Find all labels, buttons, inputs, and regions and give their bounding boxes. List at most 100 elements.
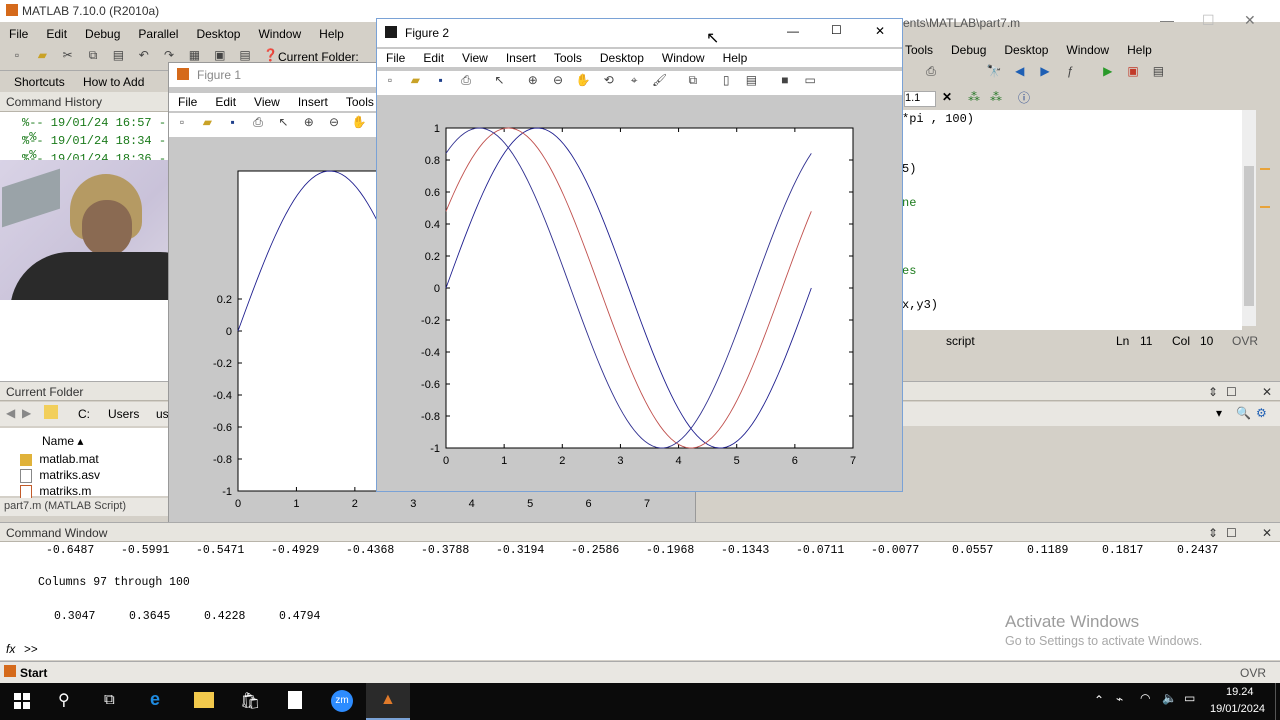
clock-time[interactable]: 19.24 bbox=[1226, 686, 1254, 698]
editor-menu-window[interactable]: Window bbox=[1057, 43, 1118, 57]
pan-icon[interactable]: ✋ bbox=[350, 113, 368, 131]
pointer-icon[interactable]: ↖ bbox=[274, 113, 292, 131]
notification-icon[interactable]: ▭ bbox=[1184, 691, 1195, 705]
show-tools-icon[interactable]: ▭ bbox=[801, 71, 819, 89]
gear-icon[interactable]: ⚙ bbox=[1256, 406, 1267, 420]
search-icon[interactable]: ⚲ bbox=[58, 690, 70, 710]
maximize-panel-icon[interactable]: ☐ bbox=[1226, 523, 1237, 543]
fig2-menu-desktop[interactable]: Desktop bbox=[591, 51, 653, 65]
fig2-menu-file[interactable]: File bbox=[377, 51, 414, 65]
menu-parallel[interactable]: Parallel bbox=[129, 27, 187, 41]
open-file-icon[interactable]: ▰ bbox=[198, 113, 216, 131]
zoom-field[interactable]: 1.1 bbox=[904, 91, 936, 107]
colorbar-icon[interactable]: ▯ bbox=[717, 71, 735, 89]
windows-start-icon[interactable] bbox=[14, 693, 30, 709]
close-icon[interactable]: ✕ bbox=[875, 24, 885, 38]
list-item[interactable]: matriks.m bbox=[20, 484, 91, 499]
search-icon[interactable]: 🔍 bbox=[1236, 406, 1251, 420]
save-icon[interactable]: ▪ bbox=[432, 71, 450, 89]
start-button[interactable]: Start bbox=[20, 666, 47, 680]
maximize-icon[interactable]: ☐ bbox=[1202, 12, 1215, 29]
scroll-thumb[interactable] bbox=[1244, 166, 1254, 306]
brush-icon[interactable]: 🖌 bbox=[650, 71, 668, 89]
fx-icon[interactable]: fx bbox=[6, 642, 15, 656]
stack-icon[interactable]: ▤ bbox=[1149, 62, 1167, 80]
menu-debug[interactable]: Debug bbox=[76, 27, 129, 41]
zoom-in-icon[interactable]: ⊕ bbox=[300, 113, 318, 131]
maximize-panel-icon[interactable]: ☐ bbox=[1226, 382, 1237, 402]
fig2-menu-view[interactable]: View bbox=[453, 51, 497, 65]
maximize-icon[interactable]: ☐ bbox=[831, 23, 842, 37]
tray-chevron-icon[interactable]: ⌃ bbox=[1094, 693, 1104, 707]
path-segment[interactable]: Users bbox=[108, 407, 139, 421]
editor-menu-desktop[interactable]: Desktop bbox=[995, 43, 1057, 57]
wifi-icon[interactable]: ◠ bbox=[1140, 691, 1150, 705]
shortcuts-button[interactable]: Shortcuts bbox=[14, 75, 65, 89]
edge-icon[interactable]: e bbox=[150, 689, 160, 710]
open-file-icon[interactable]: ▰ bbox=[406, 71, 424, 89]
hide-tools-icon[interactable]: ■ bbox=[776, 71, 794, 89]
matlab-taskbar-icon[interactable]: ▲ bbox=[366, 683, 410, 720]
menu-window[interactable]: Window bbox=[249, 27, 310, 41]
copy-icon[interactable]: ⧉ bbox=[84, 46, 102, 64]
print-figure-icon[interactable]: ⎙ bbox=[457, 71, 475, 89]
zoom-in-icon[interactable]: ⊕ bbox=[524, 71, 542, 89]
undock-icon[interactable]: ⇕ bbox=[1208, 523, 1218, 543]
name-column-header[interactable]: Name ▴ bbox=[42, 434, 83, 448]
editor-code-area[interactable]: *pi , 100) 5) ne es x,y3) bbox=[902, 110, 1242, 330]
menu-desktop[interactable]: Desktop bbox=[187, 27, 249, 41]
command-window-body[interactable]: -0.6487 -0.5991 -0.5471 -0.4929 -0.4368 -0.37… bbox=[0, 542, 1280, 660]
dropdown-icon[interactable]: ▾ bbox=[1216, 406, 1222, 420]
network-icon[interactable]: ⌁ bbox=[1116, 692, 1123, 706]
legend-icon[interactable]: ▤ bbox=[742, 71, 760, 89]
print-figure-icon[interactable]: ⎙ bbox=[249, 113, 267, 131]
fig2-menu-insert[interactable]: Insert bbox=[497, 51, 545, 65]
fig1-menu-file[interactable]: File bbox=[169, 95, 206, 109]
fig2-menu-window[interactable]: Window bbox=[653, 51, 714, 65]
editor-menu-debug[interactable]: Debug bbox=[942, 43, 995, 57]
undock-icon[interactable]: ⇕ bbox=[1208, 382, 1218, 402]
volume-icon[interactable]: 🔈 bbox=[1162, 691, 1177, 705]
run-icon[interactable]: ▶ bbox=[1099, 62, 1117, 80]
file-explorer-icon[interactable] bbox=[194, 692, 214, 708]
list-item[interactable]: matriks.asv bbox=[20, 468, 100, 483]
new-file-icon[interactable]: ▫ bbox=[8, 46, 26, 64]
menu-file[interactable]: File bbox=[0, 27, 37, 41]
new-figure-icon[interactable]: ▫ bbox=[173, 113, 191, 131]
cell-eval-next-icon[interactable]: ⁂ bbox=[990, 90, 1002, 104]
back-nav-icon[interactable]: ◀ bbox=[1011, 62, 1029, 80]
paste-icon[interactable]: ▤ bbox=[109, 46, 127, 64]
undo-icon[interactable]: ↶ bbox=[135, 46, 153, 64]
minimize-icon[interactable]: — bbox=[1160, 12, 1174, 28]
forward-icon[interactable]: ▶ bbox=[22, 406, 31, 420]
data-cursor-icon[interactable]: ⌖ bbox=[625, 71, 643, 89]
notepad-icon[interactable] bbox=[288, 691, 302, 709]
path-segment[interactable]: C: bbox=[78, 407, 90, 421]
cell-eval-icon[interactable]: ⁂ bbox=[968, 90, 980, 104]
fig2-menu-help[interactable]: Help bbox=[714, 51, 757, 65]
cut-icon[interactable]: ✂ bbox=[59, 46, 77, 64]
editor-menu-help[interactable]: Help bbox=[1118, 43, 1161, 57]
save-icon[interactable]: ▪ bbox=[224, 113, 242, 131]
clear-icon[interactable]: ✕ bbox=[942, 90, 952, 104]
how-to-add-link[interactable]: How to Add bbox=[83, 75, 144, 89]
pointer-icon[interactable]: ↖ bbox=[490, 71, 508, 89]
zoom-out-icon[interactable]: ⊖ bbox=[325, 113, 343, 131]
list-item[interactable]: matlab.mat bbox=[20, 452, 99, 466]
breakpoint-icon[interactable]: ▣ bbox=[1124, 62, 1142, 80]
rotate-icon[interactable]: ⟲ bbox=[600, 71, 618, 89]
command-prompt[interactable]: >> bbox=[24, 644, 38, 657]
path-segment[interactable]: us bbox=[156, 407, 169, 421]
new-figure-icon[interactable]: ▫ bbox=[381, 71, 399, 89]
show-desktop[interactable] bbox=[1275, 683, 1280, 720]
fig1-menu-edit[interactable]: Edit bbox=[206, 95, 245, 109]
pan-icon[interactable]: ✋ bbox=[574, 71, 592, 89]
fig1-menu-insert[interactable]: Insert bbox=[289, 95, 337, 109]
menu-edit[interactable]: Edit bbox=[37, 27, 76, 41]
function-icon[interactable]: ƒ bbox=[1061, 62, 1079, 80]
back-icon[interactable]: ◀ bbox=[6, 406, 15, 420]
forward-nav-icon[interactable]: ▶ bbox=[1036, 62, 1054, 80]
close-icon[interactable]: ✕ bbox=[1244, 12, 1256, 29]
find-icon[interactable]: 🔭 bbox=[985, 62, 1003, 80]
fig2-menu-tools[interactable]: Tools bbox=[545, 51, 591, 65]
